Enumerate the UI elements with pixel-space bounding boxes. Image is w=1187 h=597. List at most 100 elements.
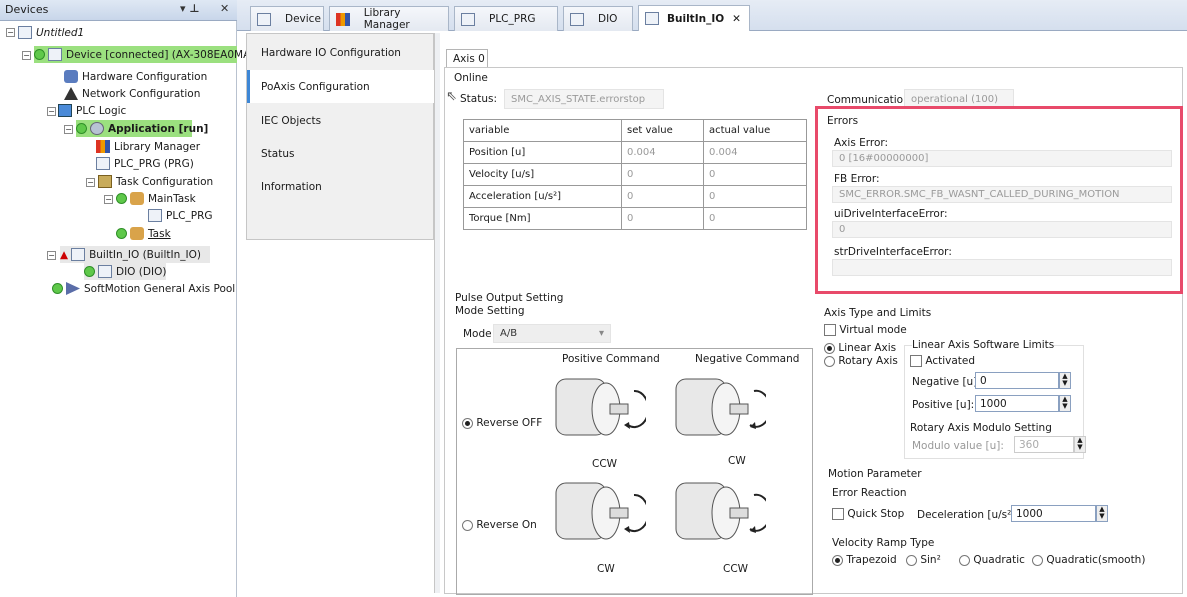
tree-item-network-config[interactable]: Network Configuration [64,85,200,102]
radio-selected-icon [832,554,843,566]
tab-library-manager[interactable]: Library Manager [329,6,449,31]
io-icon [71,248,86,261]
radio-icon [824,355,835,367]
positive-command-label: Positive Command [562,353,660,365]
tree-item-application[interactable]: Application [run] [76,120,208,137]
str-drive-error-value [832,259,1172,276]
tab-hardware-io-config[interactable]: Hardware IO Configuration [247,36,434,69]
radio-icon [1032,554,1043,566]
collapse-icon[interactable]: − [22,51,31,60]
tree-item-dio[interactable]: DIO (DIO) [84,263,167,280]
table-cell: 0 [703,163,807,186]
negative-limit-label: Negative [u]: [912,376,981,388]
collapse-icon[interactable]: − [104,195,113,204]
status-label: Status: [460,93,497,105]
pou-call-icon [148,209,162,222]
collapse-icon[interactable]: − [64,125,73,134]
ui-drive-error-label: uiDriveInterfaceError: [834,208,948,220]
radio-selected-icon [824,342,835,354]
table-cell: Position [u] [463,141,622,164]
network-icon [64,87,78,100]
mode-select[interactable]: A/B ▾ [493,324,611,343]
tree-item-builtin-io[interactable]: ▲ BuiltIn_IO (BuiltIn_IO) [60,246,210,263]
tab-device[interactable]: Device [250,6,324,31]
tree-item-task-config[interactable]: Task Configuration [98,173,213,190]
checkbox-icon [824,324,836,336]
reverse-off-radio[interactable]: Reverse OFF [462,417,542,429]
tab-status[interactable]: Status [247,137,434,170]
deceleration-input[interactable]: 1000 [1011,505,1096,522]
tab-label: Library Manager [363,7,410,31]
pou-icon [461,12,475,26]
negative-limit-spinner[interactable]: ▲ ▼ [1059,372,1071,389]
tree-item-plc-logic[interactable]: PLC Logic [58,102,126,119]
rotary-axis-radio[interactable]: Rotary Axis [824,355,898,367]
tab-axis-0[interactable]: Axis 0 [446,49,488,68]
tree-label: Application [run] [108,122,209,135]
ramp-quadratic-radio[interactable]: Quadratic [959,554,1025,566]
axis-pool-icon [66,282,80,295]
str-drive-error-label: strDriveInterfaceError: [834,246,952,258]
modulo-spinner[interactable]: ▲ ▼ [1074,436,1086,453]
tree-item-task[interactable]: Task [116,225,171,242]
tab-label: DIO [598,13,618,25]
chevron-down-icon: ▾ [598,328,604,339]
quick-stop-checkbox[interactable]: Quick Stop [832,508,904,520]
activated-checkbox[interactable]: Activated [910,355,975,367]
positive-limit-input[interactable]: 1000 [975,395,1059,412]
table-cell[interactable]: 0 [621,163,704,186]
tree-label: Untitled1 [36,26,85,39]
pin-icon[interactable]: ▾ ⊥ [180,2,199,15]
collapse-icon[interactable]: − [86,178,95,187]
pou-icon [96,157,110,170]
ui-drive-error-value: 0 [832,221,1172,238]
radio-label: Rotary Axis [838,355,898,367]
tab-plc-prg[interactable]: PLC_PRG [454,6,558,31]
tree-item-device[interactable]: Device [connected] (AX-308EA0MA [34,46,250,63]
positive-limit-spinner[interactable]: ▲ ▼ [1059,395,1071,412]
tab-close-icon[interactable]: ✕ [732,13,741,25]
modulo-title: Rotary Axis Modulo Setting [910,422,1052,434]
tree-item-plc-prg[interactable]: PLC_PRG (PRG) [96,155,194,172]
table-row: Torque [Nm] 0 0 [463,207,807,230]
close-icon[interactable]: ✕ [220,2,229,15]
linear-axis-radio[interactable]: Linear Axis [824,342,896,354]
devices-panel-title: Devices [5,3,49,16]
mode-label: Mode [463,328,492,340]
virtual-mode-checkbox[interactable]: Virtual mode [824,324,907,336]
collapse-icon[interactable]: − [6,28,15,37]
table-cell[interactable]: 0 [621,185,704,208]
tree-item-untitled[interactable]: Untitled1 [18,24,84,41]
tree-item-library-manager[interactable]: Library Manager [96,138,200,155]
column-header: variable [463,119,622,142]
checkbox-label: Activated [925,355,976,367]
task-config-icon [98,175,112,188]
table-cell: Velocity [u/s] [463,163,622,186]
ramp-sin2-radio[interactable]: Sin² [906,554,941,566]
io-icon [645,12,659,25]
tree-item-maintask[interactable]: MainTask [116,190,196,207]
radio-icon [959,554,970,566]
tab-iec-objects[interactable]: IEC Objects [247,104,434,137]
positive-limit-label: Positive [u]: [912,399,975,411]
tab-builtin-io[interactable]: BuiltIn_IO ✕ [638,5,750,31]
checkbox-label: Virtual mode [839,324,907,336]
tree-item-hardware-config[interactable]: Hardware Configuration [64,68,207,85]
deceleration-spinner[interactable]: ▲ ▼ [1096,505,1108,522]
negative-limit-input[interactable]: 0 [975,372,1059,389]
pulse-output-title: Pulse Output Setting [455,292,564,304]
limits-title: Linear Axis Software Limits [912,339,1055,351]
ramp-quadratic-smooth-radio[interactable]: Quadratic(smooth) [1032,554,1145,566]
tree-item-axis-pool[interactable]: SoftMotion General Axis Pool [52,280,235,297]
tree-item-task-plc-prg[interactable]: PLC_PRG [148,207,213,224]
collapse-icon[interactable]: − [47,107,56,116]
ramp-trapezoid-radio[interactable]: Trapezoid [832,554,897,566]
table-cell[interactable]: 0 [621,207,704,230]
tab-information[interactable]: Information [247,170,434,203]
reverse-on-radio[interactable]: Reverse On [462,519,537,531]
modulo-input[interactable]: 360 [1014,436,1074,453]
collapse-icon[interactable]: − [47,251,56,260]
table-cell[interactable]: 0.004 [621,141,704,164]
tab-poaxis-config[interactable]: PoAxis Configuration [247,70,434,103]
tab-dio[interactable]: DIO [563,6,633,31]
